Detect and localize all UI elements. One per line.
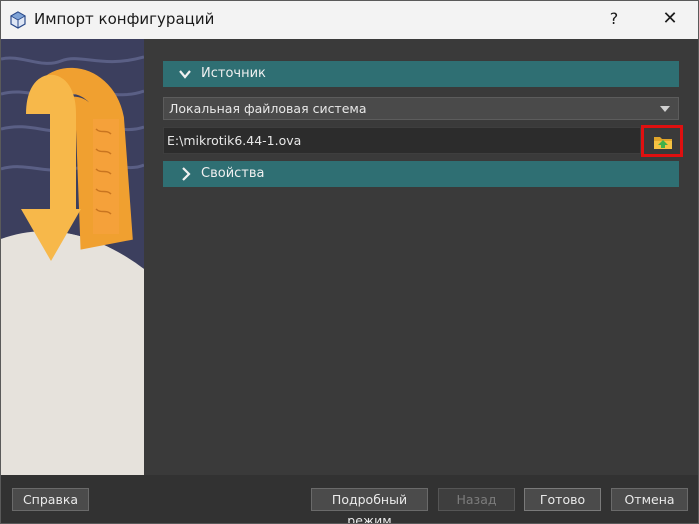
source-section-header[interactable]: Источник	[163, 61, 679, 87]
wizard-illustration	[1, 39, 144, 475]
source-section-label: Источник	[201, 66, 266, 81]
help-button[interactable]: ?	[602, 7, 626, 31]
import-appliance-dialog: Импорт конфигураций ? ✕ Источник Локальн…	[0, 0, 699, 524]
import-arrow-illustration	[1, 39, 144, 475]
wizard-content: Источник Локальная файловая система E:\m…	[144, 39, 698, 475]
title-bar: Импорт конфигураций ? ✕	[1, 1, 698, 39]
finish-button[interactable]: Готово	[524, 488, 601, 511]
source-type-value: Локальная файловая система	[169, 101, 367, 116]
help-dialog-button[interactable]: Справка	[12, 488, 89, 511]
close-button[interactable]: ✕	[658, 7, 682, 31]
folder-open-icon	[654, 137, 672, 149]
source-type-select[interactable]: Локальная файловая система	[163, 97, 679, 120]
browse-file-button[interactable]	[641, 125, 683, 157]
chevron-right-icon	[182, 167, 191, 181]
button-bar: Справка Подробный режим Назад Готово Отм…	[1, 475, 698, 523]
window-title: Импорт конфигураций	[34, 10, 215, 28]
properties-section-label: Свойства	[201, 166, 265, 181]
dropdown-arrow-icon	[660, 106, 670, 112]
file-path-input[interactable]: E:\mikrotik6.44-1.ova	[163, 127, 641, 154]
cancel-button[interactable]: Отмена	[611, 488, 688, 511]
expert-mode-button[interactable]: Подробный режим	[311, 488, 428, 523]
back-button[interactable]: Назад	[438, 488, 515, 511]
virtualbox-icon	[10, 11, 26, 29]
properties-section-header[interactable]: Свойства	[163, 161, 679, 187]
chevron-down-icon	[179, 70, 191, 79]
